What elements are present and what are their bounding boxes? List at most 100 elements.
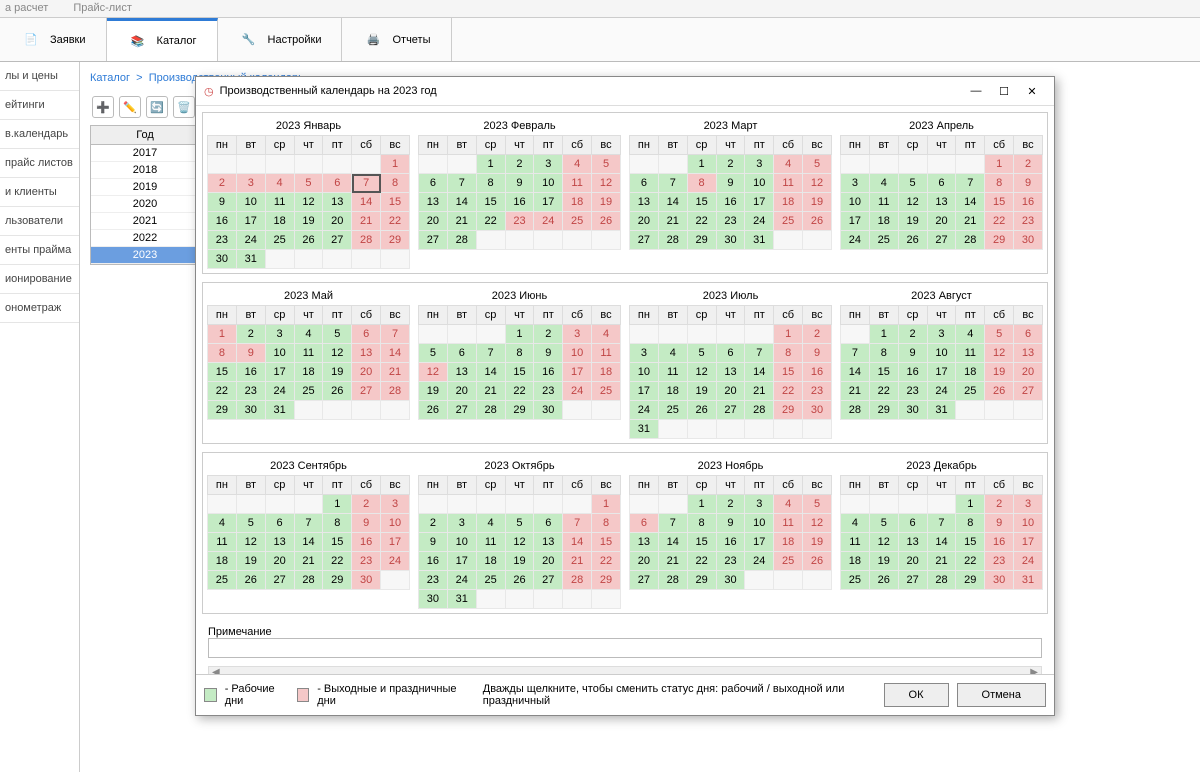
day-cell[interactable]: 24: [630, 401, 659, 420]
day-cell[interactable]: 7: [294, 514, 323, 533]
day-cell[interactable]: 24: [381, 552, 410, 571]
day-cell[interactable]: 26: [803, 212, 832, 231]
day-cell[interactable]: 27: [265, 571, 294, 590]
day-cell[interactable]: 1: [985, 155, 1014, 174]
day-cell[interactable]: 27: [898, 571, 927, 590]
sidebar-item[interactable]: льзователи: [0, 207, 79, 236]
day-cell[interactable]: 30: [1014, 231, 1043, 250]
day-cell[interactable]: 2: [505, 155, 534, 174]
sidebar-item[interactable]: ейтинги: [0, 91, 79, 120]
day-cell[interactable]: 30: [898, 401, 927, 420]
day-cell[interactable]: 28: [447, 231, 476, 250]
day-cell[interactable]: 24: [745, 212, 774, 231]
topstrip-item[interactable]: а расчет: [5, 2, 48, 15]
day-cell[interactable]: 26: [869, 571, 898, 590]
day-cell[interactable]: 11: [265, 193, 294, 212]
sidebar-item[interactable]: в.календарь: [0, 120, 79, 149]
day-cell[interactable]: 24: [563, 382, 592, 401]
day-cell[interactable]: 28: [294, 571, 323, 590]
day-cell[interactable]: 5: [294, 174, 323, 193]
day-cell[interactable]: 3: [563, 325, 592, 344]
refresh-button[interactable]: 🔄: [146, 96, 168, 118]
day-cell[interactable]: 4: [294, 325, 323, 344]
day-cell[interactable]: 20: [323, 212, 352, 231]
day-cell[interactable]: 22: [208, 382, 237, 401]
day-cell[interactable]: 7: [658, 514, 687, 533]
day-cell[interactable]: 29: [687, 231, 716, 250]
day-cell[interactable]: 11: [956, 344, 985, 363]
day-cell[interactable]: 19: [323, 363, 352, 382]
day-cell[interactable]: 30: [419, 590, 448, 609]
year-row[interactable]: 2023: [91, 247, 199, 264]
day-cell[interactable]: 20: [447, 382, 476, 401]
day-cell[interactable]: 18: [658, 382, 687, 401]
day-cell[interactable]: 3: [265, 325, 294, 344]
day-cell[interactable]: 4: [841, 514, 870, 533]
day-cell[interactable]: 17: [265, 363, 294, 382]
day-cell[interactable]: 26: [898, 231, 927, 250]
day-cell[interactable]: 23: [985, 552, 1014, 571]
day-cell[interactable]: 25: [592, 382, 621, 401]
day-cell[interactable]: 20: [927, 212, 956, 231]
day-cell[interactable]: 6: [630, 174, 659, 193]
day-cell[interactable]: 20: [352, 363, 381, 382]
day-cell[interactable]: 9: [236, 344, 265, 363]
day-cell[interactable]: 14: [841, 363, 870, 382]
day-cell[interactable]: 24: [927, 382, 956, 401]
day-cell[interactable]: 16: [352, 533, 381, 552]
day-cell[interactable]: 27: [716, 401, 745, 420]
day-cell[interactable]: 5: [505, 514, 534, 533]
tab-reports[interactable]: 🖨️Отчеты: [342, 18, 451, 61]
day-cell[interactable]: 22: [381, 212, 410, 231]
day-cell[interactable]: 9: [985, 514, 1014, 533]
day-cell[interactable]: 11: [774, 514, 803, 533]
h-scrollbar[interactable]: [208, 666, 1042, 674]
day-cell[interactable]: 12: [985, 344, 1014, 363]
day-cell[interactable]: 12: [294, 193, 323, 212]
day-cell[interactable]: 31: [447, 590, 476, 609]
day-cell[interactable]: 2: [898, 325, 927, 344]
day-cell[interactable]: 17: [447, 552, 476, 571]
day-cell[interactable]: 15: [774, 363, 803, 382]
day-cell[interactable]: 25: [208, 571, 237, 590]
day-cell[interactable]: 27: [630, 571, 659, 590]
day-cell[interactable]: 8: [323, 514, 352, 533]
day-cell[interactable]: 13: [419, 193, 448, 212]
day-cell[interactable]: 5: [803, 495, 832, 514]
day-cell[interactable]: 16: [534, 363, 563, 382]
day-cell[interactable]: 14: [658, 533, 687, 552]
day-cell[interactable]: 29: [208, 401, 237, 420]
day-cell[interactable]: 19: [869, 552, 898, 571]
day-cell[interactable]: 31: [1014, 571, 1043, 590]
day-cell[interactable]: 2: [716, 495, 745, 514]
year-row[interactable]: 2022: [91, 230, 199, 247]
day-cell[interactable]: 18: [265, 212, 294, 231]
day-cell[interactable]: 26: [294, 231, 323, 250]
sidebar-item[interactable]: онометраж: [0, 294, 79, 323]
day-cell[interactable]: 12: [803, 514, 832, 533]
day-cell[interactable]: 25: [841, 571, 870, 590]
day-cell[interactable]: 8: [687, 514, 716, 533]
day-cell[interactable]: 9: [419, 533, 448, 552]
day-cell[interactable]: 20: [716, 382, 745, 401]
year-row[interactable]: 2021: [91, 213, 199, 230]
day-cell[interactable]: 24: [236, 231, 265, 250]
day-cell[interactable]: 8: [869, 344, 898, 363]
day-cell[interactable]: 29: [956, 571, 985, 590]
day-cell[interactable]: 31: [265, 401, 294, 420]
sidebar-item[interactable]: прайс листов: [0, 149, 79, 178]
day-cell[interactable]: 13: [1014, 344, 1043, 363]
day-cell[interactable]: 21: [745, 382, 774, 401]
year-row[interactable]: 2020: [91, 196, 199, 213]
day-cell[interactable]: 14: [956, 193, 985, 212]
day-cell[interactable]: 30: [352, 571, 381, 590]
day-cell[interactable]: 8: [985, 174, 1014, 193]
day-cell[interactable]: 6: [534, 514, 563, 533]
day-cell[interactable]: 30: [803, 401, 832, 420]
edit-button[interactable]: ✏️: [119, 96, 141, 118]
day-cell[interactable]: 15: [687, 193, 716, 212]
day-cell[interactable]: 27: [419, 231, 448, 250]
day-cell[interactable]: 13: [630, 193, 659, 212]
day-cell[interactable]: 12: [898, 193, 927, 212]
day-cell[interactable]: 19: [592, 193, 621, 212]
